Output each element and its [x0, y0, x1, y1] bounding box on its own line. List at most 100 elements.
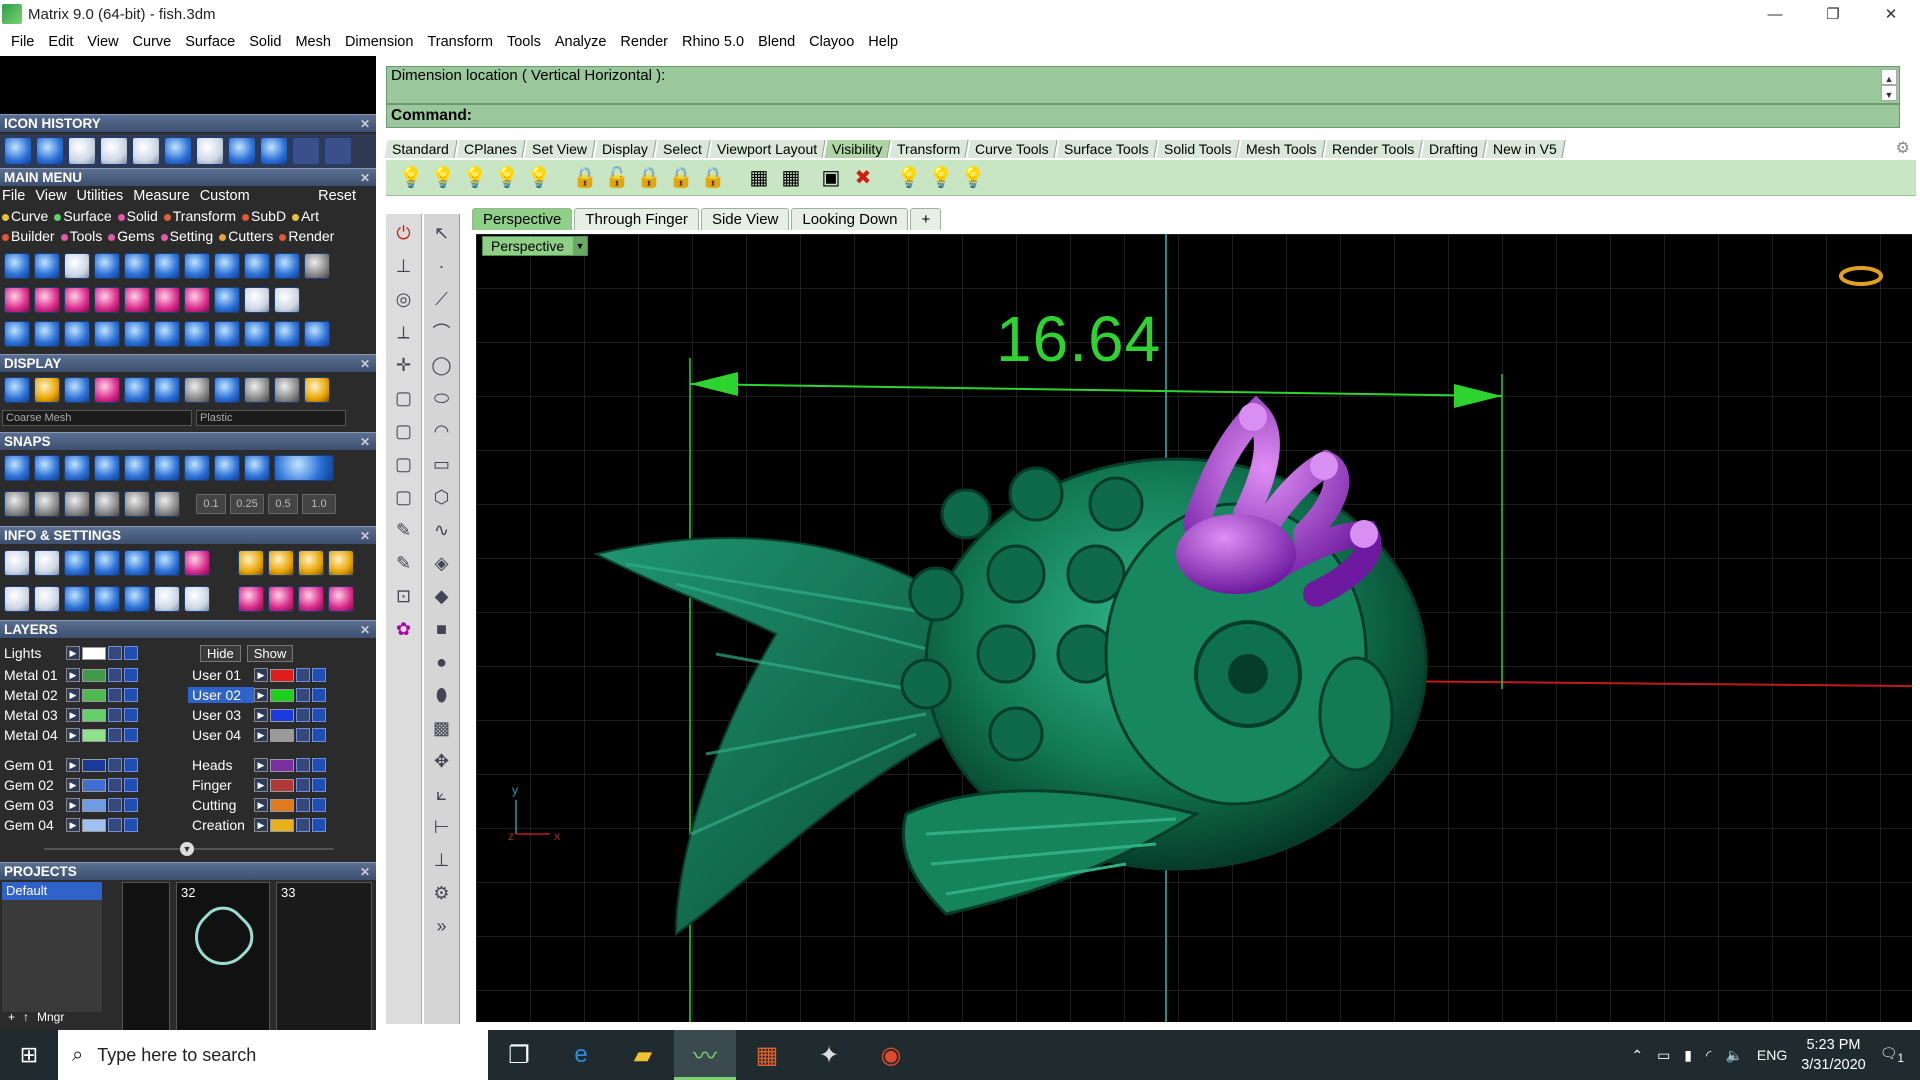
snap-icon[interactable]: [244, 455, 270, 481]
menu-render[interactable]: Render: [613, 34, 675, 50]
wifi-icon[interactable]: ◜: [1706, 1047, 1711, 1064]
point-icon[interactable]: ·: [428, 252, 456, 280]
visibility-icon[interactable]: [312, 778, 326, 792]
expand-icon[interactable]: ▶: [66, 708, 80, 722]
cat-curve[interactable]: Curve: [2, 208, 48, 224]
tool-icon[interactable]: [94, 287, 120, 313]
menu-solid[interactable]: Solid: [242, 34, 288, 50]
add-icon[interactable]: +: [8, 1010, 15, 1024]
hide-button[interactable]: Hide: [200, 644, 241, 662]
expand-icon[interactable]: ▶: [254, 728, 268, 742]
layer-color-swatch[interactable]: [82, 778, 106, 792]
layer-row[interactable]: User 01 ▶: [188, 666, 328, 684]
lock-icon[interactable]: [108, 668, 122, 682]
info-icon[interactable]: [328, 550, 354, 576]
tool-icon[interactable]: [244, 253, 270, 279]
tab-mesh-tools[interactable]: Mesh Tools: [1238, 140, 1326, 158]
expand-icon[interactable]: ▶: [254, 798, 268, 812]
cat-solid[interactable]: Solid: [117, 208, 158, 224]
close-icon[interactable]: ✕: [360, 863, 370, 881]
tool-icon[interactable]: [34, 321, 60, 347]
battery-icon[interactable]: ▮: [1684, 1047, 1692, 1064]
display-mode-icon[interactable]: [124, 377, 150, 403]
expand-icon[interactable]: ▶: [254, 708, 268, 722]
file-explorer-icon[interactable]: ▰: [612, 1030, 674, 1080]
snap-value[interactable]: 0.25: [230, 494, 264, 514]
tool-icon[interactable]: [4, 321, 30, 347]
mm-custom[interactable]: Custom: [200, 188, 250, 204]
mm-file[interactable]: File: [2, 188, 25, 204]
layer-color-swatch[interactable]: [82, 646, 106, 660]
lock-icon[interactable]: [296, 778, 310, 792]
snap-icon[interactable]: [274, 455, 334, 481]
info-icon[interactable]: [34, 586, 60, 612]
box-icon[interactable]: ▢: [390, 384, 418, 412]
display-mode-icon[interactable]: [184, 377, 210, 403]
visibility-icon[interactable]: [312, 688, 326, 702]
expand-icon[interactable]: ▶: [254, 758, 268, 772]
menu-mesh[interactable]: Mesh: [288, 34, 337, 50]
snap-icon[interactable]: [4, 455, 30, 481]
lock-icon[interactable]: 🔒: [668, 164, 694, 192]
lock-icon[interactable]: [108, 728, 122, 742]
tab-drafting[interactable]: Drafting: [1421, 140, 1487, 158]
manager-button[interactable]: Mngr: [37, 1010, 64, 1024]
display-mode-icon[interactable]: [154, 377, 180, 403]
mm-view[interactable]: View: [35, 188, 66, 204]
layer-row[interactable]: Gem 02 ▶: [0, 776, 140, 794]
show-button[interactable]: Show: [246, 644, 294, 662]
info-icon[interactable]: [4, 550, 30, 576]
display-mode-icon[interactable]: [34, 377, 60, 403]
menu-clayoo[interactable]: Clayoo: [802, 34, 861, 50]
tool-icon[interactable]: [304, 253, 330, 279]
tool-icon[interactable]: [274, 321, 300, 347]
lock-icon[interactable]: [108, 708, 122, 722]
tool-icon[interactable]: [154, 253, 180, 279]
info-icon[interactable]: [328, 586, 354, 612]
snap-icon[interactable]: [124, 491, 150, 517]
snap-icon[interactable]: [124, 455, 150, 481]
tool-icon[interactable]: [244, 287, 270, 313]
polyline-icon[interactable]: ⟋: [428, 285, 456, 313]
tab-standard[interactable]: Standard: [384, 140, 458, 158]
tab-new-in-v5[interactable]: New in V5: [1485, 140, 1566, 158]
snap-icon[interactable]: [34, 491, 60, 517]
arc-icon[interactable]: ◠: [428, 417, 456, 445]
remove-icon[interactable]: ✖: [850, 164, 876, 192]
analyze-icon[interactable]: ⟀: [428, 780, 456, 808]
close-icon[interactable]: ✕: [360, 433, 370, 451]
expand-icon[interactable]: ▶: [254, 688, 268, 702]
expand-icon[interactable]: ▶: [66, 688, 80, 702]
visibility-icon[interactable]: [312, 798, 326, 812]
power-icon[interactable]: ⏻: [390, 219, 418, 247]
tool-icon[interactable]: [34, 287, 60, 313]
menu-surface[interactable]: Surface: [178, 34, 242, 50]
lightbulb-icon[interactable]: 💡: [960, 164, 986, 192]
history-tool-icon[interactable]: [260, 137, 288, 165]
layer-row[interactable]: User 03 ▶: [188, 706, 328, 724]
snap-icon[interactable]: [4, 491, 30, 517]
info-icon[interactable]: [238, 550, 264, 576]
windows-start-icon[interactable]: ⊞: [0, 1030, 58, 1080]
tab-viewport-layout[interactable]: Viewport Layout: [708, 140, 826, 158]
lightbulb-icon[interactable]: 💡: [928, 164, 954, 192]
tool-icon[interactable]: [274, 253, 300, 279]
cat-render[interactable]: Render: [279, 228, 334, 244]
tool-icon[interactable]: [154, 287, 180, 313]
tool-icon[interactable]: [4, 287, 30, 313]
tab-through-finger[interactable]: Through Finger: [574, 208, 699, 230]
chrome-icon[interactable]: ◉: [860, 1030, 922, 1080]
expand-icon[interactable]: ▶: [254, 818, 268, 832]
lightbulb-icon[interactable]: 💡: [526, 164, 552, 192]
snap-icon[interactable]: [64, 455, 90, 481]
snap-icon[interactable]: [64, 491, 90, 517]
lock-icon[interactable]: 🔒: [700, 164, 726, 192]
menu-blend[interactable]: Blend: [751, 34, 802, 50]
mesh-quality-select[interactable]: Coarse Mesh: [2, 410, 192, 426]
layer-row[interactable]: Metal 02 ▶: [0, 686, 140, 704]
history-tool-icon[interactable]: [196, 137, 224, 165]
visibility-icon[interactable]: [124, 758, 138, 772]
dimension-icon[interactable]: ⊢: [428, 813, 456, 841]
info-icon[interactable]: [154, 586, 180, 612]
add-viewport-button[interactable]: +: [910, 208, 942, 230]
